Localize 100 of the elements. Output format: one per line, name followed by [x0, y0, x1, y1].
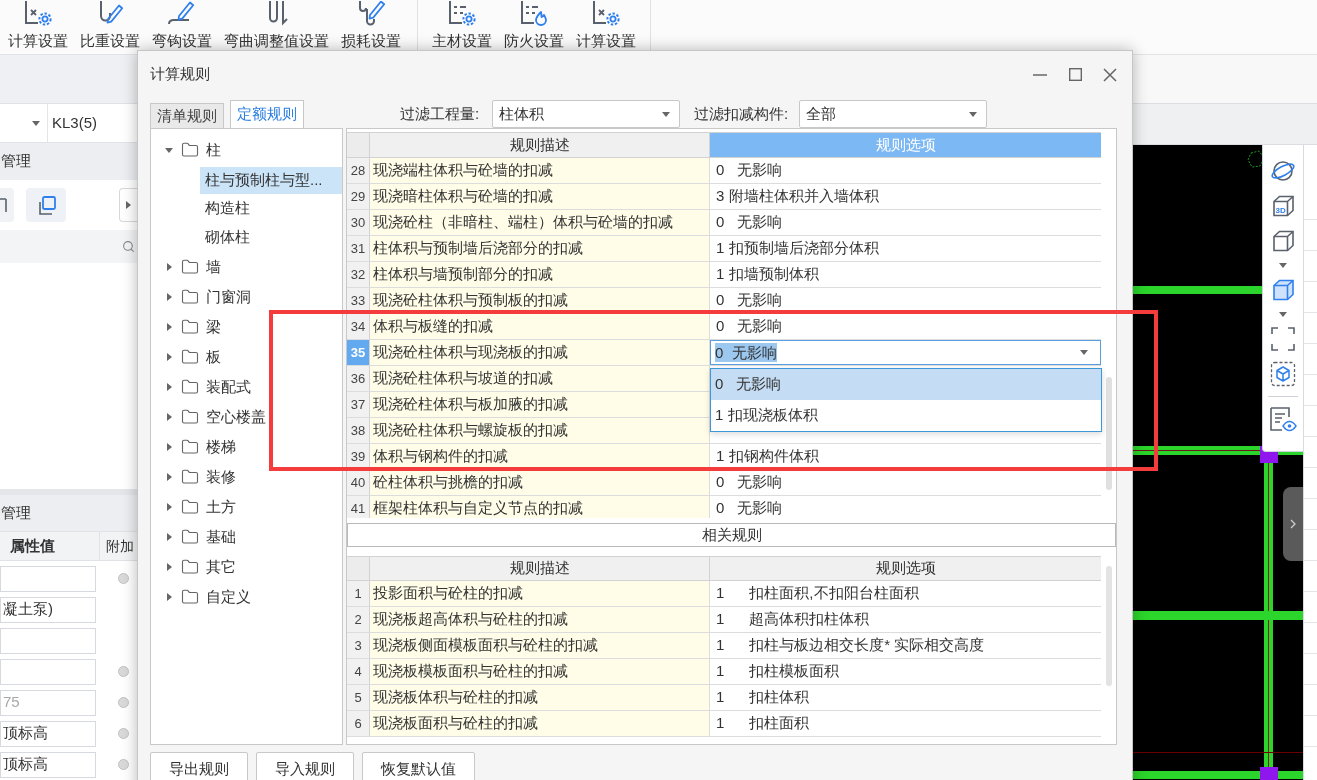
ribbon-button[interactable]: 弯钩设置 [152, 0, 212, 52]
search-field[interactable] [0, 230, 137, 263]
tree-item[interactable]: 楼梯 [151, 432, 342, 462]
filter-dropdown[interactable]: 全部 [799, 100, 987, 128]
table-cell[interactable]: 0 无影响 [710, 210, 1101, 235]
document-eye-icon [1269, 406, 1297, 432]
property-value-field[interactable]: 顶标高 [0, 751, 96, 778]
table-cell: 柱体积与预制墙后浇部分的扣减 [370, 236, 710, 261]
filter-label: 过滤扣减构件: [694, 103, 790, 124]
row-number: 31 [347, 236, 370, 261]
dropdown-option[interactable]: 1 扣现浇板体积 [711, 400, 1101, 431]
table-cell[interactable]: 0 无影响 [710, 314, 1101, 339]
tree-item[interactable]: 砌体柱 [200, 223, 342, 251]
dropdown-option[interactable]: 0 无影响 [711, 369, 1101, 400]
folder-icon [181, 588, 199, 606]
row-number: 28 [347, 158, 370, 183]
caret-down-icon [969, 111, 977, 117]
tree-item[interactable]: 土方 [151, 492, 342, 522]
chevron-right-icon [1290, 519, 1296, 529]
row-number: 37 [347, 392, 370, 417]
dialog-title: 计算规则 [150, 64, 210, 85]
tree-item[interactable]: 装配式 [151, 372, 342, 402]
property-value-field[interactable] [0, 658, 96, 685]
table-cell[interactable]: 0 无影响 [710, 288, 1101, 313]
copy-button[interactable] [26, 188, 66, 222]
table-cell[interactable]: 1 扣柱面积,不扣阳台柱面积 [710, 581, 1101, 606]
tab[interactable]: 清单规则 [150, 103, 224, 128]
table-cell[interactable]: 1 扣钢构件体积 [710, 444, 1101, 469]
table-cell[interactable]: 1 扣柱面积 [710, 711, 1101, 736]
folder-icon [181, 558, 199, 576]
tree-item[interactable]: 梁 [151, 312, 342, 342]
folder-icon [181, 141, 199, 159]
filter-label: 过滤工程量: [400, 103, 481, 124]
table-cell[interactable]: 0 无影响 [710, 470, 1101, 495]
radio-button[interactable] [118, 573, 129, 584]
ribbon-button[interactable]: 计算设置 [576, 0, 636, 52]
property-value-field[interactable] [0, 565, 96, 592]
table-cell[interactable]: 0 无影响 [710, 158, 1101, 183]
table-cell[interactable]: 1 扣柱体积 [710, 685, 1101, 710]
column-header[interactable]: 规则描述 [370, 133, 710, 157]
tree-item[interactable]: 基础 [151, 522, 342, 552]
copy-icon [36, 195, 56, 215]
option-dropdown[interactable]: 0 无影响 [710, 340, 1101, 365]
tree-item[interactable]: 板 [151, 342, 342, 372]
folder-icon [181, 318, 199, 336]
table-cell: 现浇板模板面积与砼柱的扣减 [370, 659, 710, 684]
tree-item[interactable]: 柱与预制柱与型... [200, 166, 342, 194]
dialog-button[interactable]: 导出规则 [150, 752, 248, 780]
radio-button[interactable] [118, 759, 129, 770]
scrollbar-thumb[interactable] [1105, 377, 1112, 490]
ribbon-button[interactable]: 主材设置 [432, 0, 492, 52]
ribbon-button[interactable]: 计算设置 [8, 0, 68, 52]
ribbon-button[interactable]: 比重设置 [80, 0, 140, 52]
folder-icon [181, 258, 199, 276]
table-cell: 现浇板侧面模板面积与砼柱的扣减 [370, 633, 710, 658]
tree-item[interactable]: 空心楼盖 [151, 402, 342, 432]
tree-item[interactable]: 装修 [151, 462, 342, 492]
ribbon-button[interactable]: 弯曲调整值设置 [224, 0, 329, 52]
table-cell[interactable]: 3 附墙柱体积并入墙体积 [710, 184, 1101, 209]
table-cell[interactable]: 1 扣墙预制体积 [710, 262, 1101, 287]
row-number: 41 [347, 496, 370, 518]
filter-dropdown[interactable]: 柱体积 [492, 100, 680, 128]
row-number: 35 [347, 340, 370, 365]
tree-item[interactable]: 墙 [151, 252, 342, 282]
property-value-field[interactable]: 凝土泵) [0, 596, 96, 623]
folder-icon [181, 498, 199, 516]
row-number: 32 [347, 262, 370, 287]
table-cell[interactable]: 0 无影响 [710, 496, 1101, 518]
table-cell[interactable]: 1 扣柱模板面积 [710, 659, 1101, 684]
document-gear-icon [23, 1, 53, 27]
minimize-icon [1033, 73, 1047, 76]
caret-down-icon [662, 111, 670, 117]
table-cell: 现浇砼柱体积与现浇板的扣减 [370, 340, 710, 365]
table-cell[interactable]: 1 扣预制墙后浇部分体积 [710, 236, 1101, 261]
row-number: 1 [347, 581, 370, 606]
ribbon-button[interactable]: 防火设置 [504, 0, 564, 52]
dialog-button[interactable]: 恢复默认值 [362, 752, 475, 780]
ribbon-button[interactable]: 损耗设置 [341, 0, 401, 52]
radio-button[interactable] [118, 666, 129, 677]
collapse-handle[interactable] [1283, 487, 1303, 561]
tree-item[interactable]: 门窗洞 [151, 282, 342, 312]
tree-item[interactable]: 构造柱 [200, 195, 342, 222]
tree-item[interactable]: 其它 [151, 552, 342, 582]
property-value-field[interactable] [0, 627, 96, 654]
table-cell: 柱体积与墙预制部分的扣减 [370, 262, 710, 287]
radio-button[interactable] [118, 728, 129, 739]
tree-item[interactable]: 自定义 [151, 582, 342, 612]
table-cell: 体积与钢构件的扣减 [370, 444, 710, 469]
folder-icon [181, 468, 199, 486]
scrollbar-thumb[interactable] [1105, 566, 1112, 686]
tab[interactable]: 定额规则 [230, 100, 304, 128]
tree-item[interactable]: 柱 [151, 135, 342, 165]
table-cell[interactable]: 1 超高体积扣柱体积 [710, 607, 1101, 632]
table-cell: 框架柱体积与自定义节点的扣减 [370, 496, 710, 518]
table-cell[interactable]: 1 扣柱与板边相交长度* 实际相交高度 [710, 633, 1101, 658]
property-value-field[interactable]: 顶标高 [0, 720, 96, 747]
panel-header: 管理 [0, 495, 137, 531]
row-number: 6 [347, 711, 370, 736]
toolbar-button[interactable] [0, 188, 14, 222]
dialog-button[interactable]: 导入规则 [256, 752, 354, 780]
